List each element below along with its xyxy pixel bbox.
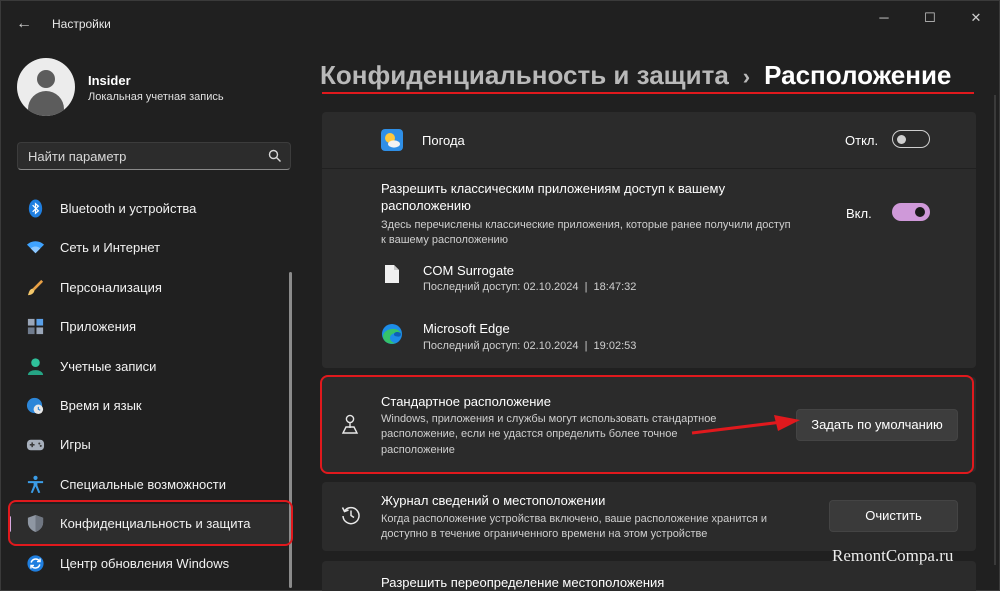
- sidebar-item-label: Время и язык: [60, 397, 142, 413]
- classic-apps-desc-line2: к вашему расположению: [381, 234, 508, 246]
- weather-icon: [381, 129, 403, 151]
- search-box[interactable]: [17, 142, 291, 170]
- location-history-title: Журнал сведений о местоположении: [381, 493, 606, 508]
- avatar-body: [28, 91, 64, 116]
- toggle-knob: [915, 207, 925, 217]
- sidebar-item-label: Специальные возможности: [60, 476, 226, 492]
- app-name: Microsoft Edge: [423, 321, 510, 336]
- close-button[interactable]: ✕: [962, 8, 990, 28]
- app-last-access: Последний доступ: 02.10.2024 | 18:47:32: [423, 281, 637, 293]
- maximize-button[interactable]: ☐: [916, 8, 944, 28]
- minimize-button[interactable]: ─: [870, 8, 898, 28]
- weather-toggle[interactable]: [892, 130, 930, 148]
- watermark: RemontCompa.ru: [832, 546, 954, 565]
- wifi-icon: [26, 241, 45, 254]
- location-history-desc-line2: доступно в течение ограниченного времени…: [381, 528, 708, 540]
- divider: [322, 168, 976, 169]
- title-bar: ← Настройки ─ ☐ ✕: [0, 0, 1000, 46]
- sidebar-item-apps[interactable]: Приложения: [8, 307, 291, 346]
- app-name: COM Surrogate: [423, 263, 515, 278]
- brush-icon: [27, 279, 44, 295]
- classic-apps-desc-line1: Здесь перечислены классические приложени…: [381, 219, 791, 231]
- highlight-underline: [322, 92, 974, 94]
- edge-icon: [382, 324, 402, 344]
- sidebar-item-network[interactable]: Сеть и Интернет: [8, 228, 291, 267]
- classic-apps-toggle[interactable]: [892, 203, 930, 221]
- apps-icon: [27, 319, 44, 335]
- sidebar-item-gaming[interactable]: Игры: [8, 425, 291, 464]
- highlight-box-default-location: [320, 375, 974, 474]
- globe-clock-icon: [26, 397, 44, 415]
- history-icon: [341, 506, 360, 525]
- sidebar-item-label: Учетные записи: [60, 358, 157, 374]
- classic-apps-title-line1: Разрешить классическим приложениям досту…: [381, 181, 726, 196]
- location-history-desc-line1: Когда расположение устройства включено, …: [381, 513, 768, 525]
- weather-label: Погода: [422, 133, 465, 148]
- app-permissions-card: Погода Откл. Разрешить классическим прил…: [322, 112, 976, 368]
- back-button[interactable]: ←: [14, 14, 34, 34]
- toggle-knob: [897, 135, 906, 144]
- sidebar-item-personalization[interactable]: Персонализация: [8, 268, 291, 307]
- account-type: Локальная учетная запись: [88, 91, 224, 103]
- bluetooth-icon: [28, 199, 43, 218]
- gamepad-icon: [26, 440, 45, 451]
- sidebar-item-bluetooth[interactable]: Bluetooth и устройства: [8, 189, 291, 228]
- update-icon: [27, 554, 44, 572]
- file-icon: [385, 265, 399, 283]
- location-override-title: Разрешить переопределение местоположения: [381, 575, 665, 590]
- sidebar-item-accessibility[interactable]: Специальные возможности: [8, 465, 291, 504]
- search-icon[interactable]: [268, 149, 282, 163]
- content-scrollbar[interactable]: [994, 95, 996, 565]
- breadcrumb-parent[interactable]: Конфиденциальность и защита: [320, 60, 729, 90]
- accessibility-icon: [27, 475, 44, 493]
- clear-history-button[interactable]: Очистить: [829, 500, 958, 532]
- sidebar-item-accounts[interactable]: Учетные записи: [8, 347, 291, 386]
- location-history-card: Журнал сведений о местоположении Когда р…: [322, 482, 976, 551]
- page-title: Расположение: [764, 60, 952, 90]
- search-input[interactable]: [28, 148, 248, 164]
- sidebar-item-label: Персонализация: [60, 279, 162, 295]
- highlight-box-sidebar: [8, 500, 293, 546]
- classic-apps-title-line2: расположению: [381, 198, 471, 213]
- red-arrow-annotation: [691, 415, 800, 435]
- account-icon: [27, 357, 44, 375]
- sidebar-item-label: Приложения: [60, 319, 137, 335]
- sidebar-item-time-language[interactable]: Время и язык: [8, 386, 291, 425]
- sidebar-item-label: Bluetooth и устройства: [60, 201, 197, 216]
- app-last-access: Последний доступ: 02.10.2024 | 19:02:53: [423, 340, 637, 352]
- avatar[interactable]: [17, 58, 75, 116]
- sidebar-item-label: Сеть и Интернет: [60, 240, 161, 256]
- breadcrumb-separator: ›: [742, 64, 751, 89]
- weather-toggle-state: Откл.: [845, 133, 879, 148]
- sidebar-item-label: Центр обновления Windows: [60, 555, 230, 571]
- breadcrumb: Конфиденциальность и защита › Расположение: [320, 60, 951, 91]
- sidebar-item-windows-update[interactable]: Центр обновления Windows: [8, 544, 291, 583]
- sidebar-item-label: Игры: [60, 437, 91, 453]
- avatar-head: [37, 70, 55, 88]
- app-title: Настройки: [52, 17, 111, 31]
- user-name: Insider: [88, 73, 131, 88]
- classic-apps-toggle-state: Вкл.: [846, 206, 872, 221]
